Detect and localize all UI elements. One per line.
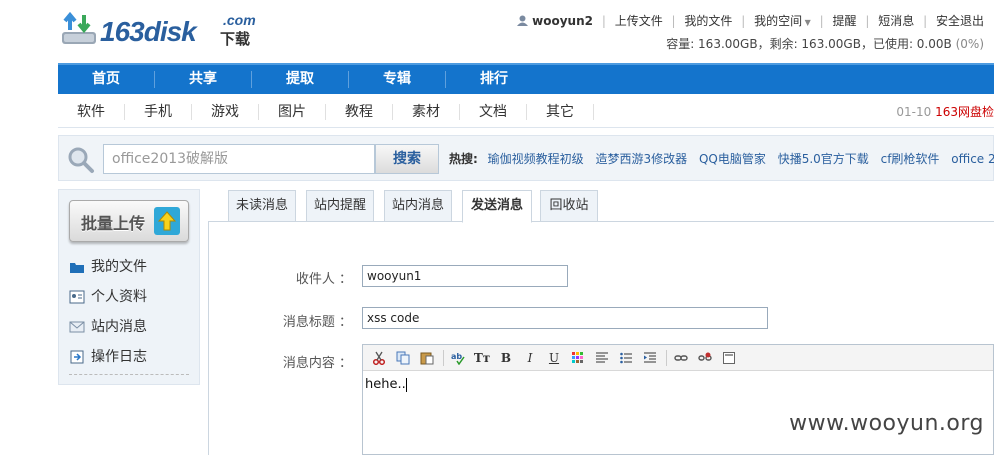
hot-search-link[interactable]: 快播5.0官方下载 [778, 152, 869, 166]
message-title-label: 消息标题 ： [282, 315, 352, 330]
hot-search-link[interactable]: QQ电脑管家 [699, 152, 766, 166]
svg-text:ab: ab [451, 352, 462, 361]
log-icon [70, 350, 84, 364]
my-files-link[interactable]: 我的文件 [684, 14, 732, 28]
editor-text: hehe.. [365, 377, 406, 392]
hot-search-link[interactable]: 瑜伽视频教程初级 [488, 152, 584, 166]
capacity-text: 容量: 163.00GB，剩余: 163.00GB，已使用: 0.00B [666, 37, 952, 51]
sidebar-item-label: 站内消息 [91, 319, 147, 335]
category-software[interactable]: 软件 [58, 103, 125, 120]
capacity-percent: (0%) [955, 37, 984, 51]
category-images[interactable]: 图片 [259, 103, 326, 120]
nav-extract[interactable]: 提取 [252, 65, 348, 94]
sidebar-item-profile[interactable]: 个人资料 [69, 282, 189, 312]
sidebar-item-label: 操作日志 [91, 349, 147, 365]
news-ticker[interactable]: 01-10 163网盘检 [896, 96, 994, 128]
search-input[interactable]: office2013破解版 [103, 144, 375, 174]
profile-card-icon [69, 290, 85, 304]
underline-icon[interactable]: U [544, 349, 564, 367]
paste-icon[interactable] [417, 349, 437, 367]
align-icon[interactable] [592, 349, 612, 367]
sidebar: 批量上传 我的文件 个人资料 站内消息 操作日志 [58, 189, 200, 385]
recipient-field[interactable]: wooyun1 [362, 265, 568, 287]
logo-download-text: 下载 [220, 30, 251, 48]
tab-recycle-bin[interactable]: 回收站 [540, 190, 598, 222]
cut-icon[interactable] [369, 349, 389, 367]
capacity-info: 容量: 163.00GB，剩余: 163.00GB，已使用: 0.00B (0%… [666, 35, 984, 52]
short-message-link[interactable]: 短消息 [878, 14, 914, 28]
logout-link[interactable]: 安全退出 [936, 14, 984, 28]
category-materials[interactable]: 素材 [393, 103, 460, 120]
batch-upload-button[interactable]: 批量上传 [69, 200, 189, 242]
username-link[interactable]: wooyun2 [532, 14, 593, 28]
hot-searches: 热搜: 瑜伽视频教程初级 造梦西游3修改器 QQ电脑管家 快播5.0官方下载 c… [449, 136, 994, 182]
category-tutorials[interactable]: 教程 [326, 103, 393, 120]
hot-search-link[interactable]: office 2013 [951, 152, 994, 166]
rich-text-editor[interactable]: ab Tт B I U hehe.. [362, 344, 994, 455]
sidebar-item-operation-log[interactable]: 操作日志 [69, 342, 189, 372]
tab-unread[interactable]: 未读消息 [228, 190, 296, 222]
sidebar-menu: 我的文件 个人资料 站内消息 操作日志 [69, 252, 189, 372]
nav-ranking[interactable]: 排行 [446, 65, 542, 94]
category-documents[interactable]: 文档 [460, 103, 527, 120]
site-logo[interactable]: 163disk .com 下载 [60, 8, 260, 50]
hot-search-link[interactable]: 造梦西游3修改器 [595, 152, 687, 166]
main-nav: 首页 共享 提取 专辑 排行 [58, 63, 994, 94]
search-button[interactable]: 搜索 [375, 144, 439, 174]
sidebar-item-label: 我的文件 [91, 259, 147, 275]
user-topbar: wooyun2 | 上传文件 | 我的文件 | 我的空间 ▼ | 提醒 | 短消… [517, 12, 984, 29]
logo-com: .com [223, 12, 256, 28]
category-other[interactable]: 其它 [527, 103, 594, 120]
disk-logo-icon [62, 12, 96, 44]
color-grid-icon[interactable] [568, 349, 588, 367]
nav-home[interactable]: 首页 [58, 65, 154, 94]
recipient-label: 收件人 ： [295, 272, 352, 287]
editor-toolbar: ab Tт B I U [363, 345, 993, 371]
watermark: www.wooyun.org [789, 411, 984, 436]
upload-file-link[interactable]: 上传文件 [615, 14, 663, 28]
unlink-icon[interactable] [695, 349, 715, 367]
ordered-list-icon[interactable] [616, 349, 636, 367]
sidebar-item-label: 个人资料 [91, 289, 147, 305]
sidebar-item-messages[interactable]: 站内消息 [69, 312, 189, 342]
indent-icon[interactable] [640, 349, 660, 367]
logo-text: 163disk [100, 16, 197, 47]
sidebar-divider [69, 374, 189, 375]
category-mobile[interactable]: 手机 [125, 103, 192, 120]
hot-search-link[interactable]: cf刷枪软件 [881, 152, 940, 166]
text-caret [405, 377, 407, 392]
user-icon [517, 15, 529, 26]
message-title-field[interactable]: xss code [362, 307, 768, 329]
copy-icon[interactable] [393, 349, 413, 367]
sidebar-item-my-files[interactable]: 我的文件 [69, 252, 189, 282]
editor-content[interactable]: hehe.. [363, 371, 993, 398]
message-content-label: 消息内容 ： [282, 356, 352, 371]
link-icon[interactable] [671, 349, 691, 367]
folder-icon [70, 263, 84, 273]
tab-site-messages[interactable]: 站内消息 [384, 190, 452, 222]
spellcheck-icon[interactable]: ab [448, 349, 468, 367]
nav-album[interactable]: 专辑 [349, 65, 445, 94]
my-space-link[interactable]: 我的空间 [754, 14, 802, 28]
bold-icon[interactable]: B [496, 349, 516, 367]
reminder-link[interactable]: 提醒 [833, 14, 857, 28]
message-tabs: 未读消息 站内提醒 站内消息 发送消息 回收站 [208, 189, 994, 223]
news-date: 01-10 [896, 105, 932, 119]
batch-upload-label: 批量上传 [81, 214, 146, 233]
tab-site-reminder[interactable]: 站内提醒 [306, 190, 374, 222]
upload-arrow-icon [154, 207, 180, 235]
search-icon [68, 147, 94, 173]
tab-send-message[interactable]: 发送消息 [462, 190, 532, 223]
italic-icon[interactable]: I [520, 349, 540, 367]
envelope-icon [69, 321, 85, 333]
search-bar: office2013破解版 搜索 热搜: 瑜伽视频教程初级 造梦西游3修改器 Q… [58, 135, 994, 181]
hot-searches-label: 热搜: [449, 152, 478, 166]
category-nav: 软件 手机 游戏 图片 教程 素材 文档 其它 01-10 163网盘检 [58, 96, 994, 128]
font-size-icon[interactable]: Tт [472, 349, 492, 367]
category-games[interactable]: 游戏 [192, 103, 259, 120]
news-text: 163网盘检 [935, 105, 994, 119]
chevron-down-icon[interactable]: ▼ [802, 18, 811, 27]
nav-share[interactable]: 共享 [155, 65, 251, 94]
source-icon[interactable] [719, 349, 739, 367]
